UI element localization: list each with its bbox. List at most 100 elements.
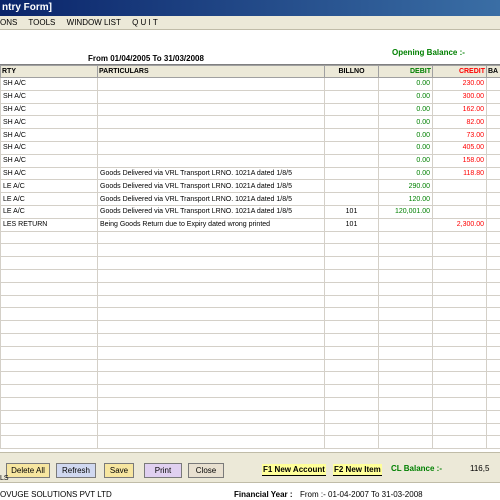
table-row[interactable]: LE A/C Goods Delivered via VRL Transport …	[0, 179, 500, 194]
cell-credit[interactable]	[432, 256, 487, 270]
cell-balance[interactable]	[486, 320, 500, 334]
cell-debit[interactable]	[378, 230, 433, 245]
cell-party[interactable]: LE A/C	[0, 204, 98, 219]
cell-billno[interactable]	[324, 422, 379, 437]
cell-party[interactable]: SH A/C	[0, 128, 98, 142]
print-button[interactable]: Print	[144, 463, 182, 478]
cell-party[interactable]	[0, 396, 98, 411]
cell-debit[interactable]	[378, 243, 433, 258]
cell-credit[interactable]: 158.00	[432, 153, 487, 168]
cell-balance[interactable]	[486, 384, 500, 398]
cell-balance[interactable]	[486, 422, 500, 437]
cell-particulars[interactable]	[97, 371, 325, 386]
cell-balance[interactable]	[486, 230, 500, 245]
cell-party[interactable]: SH A/C	[0, 166, 98, 181]
cell-billno[interactable]	[324, 384, 379, 398]
cell-balance[interactable]	[486, 332, 500, 347]
cell-debit[interactable]: 290.00	[378, 179, 433, 194]
menu-item-window-list[interactable]: WINDOW LIST	[67, 18, 121, 27]
cell-balance[interactable]	[486, 128, 500, 142]
cell-particulars[interactable]	[97, 115, 325, 130]
cell-party[interactable]	[0, 256, 98, 270]
cell-billno[interactable]	[324, 396, 379, 411]
cell-credit[interactable]	[432, 281, 487, 296]
cell-billno[interactable]	[324, 102, 379, 117]
cell-party[interactable]: SH A/C	[0, 89, 98, 104]
table-row[interactable]: SH A/C Goods Delivered via VRL Transport …	[0, 166, 500, 181]
column-header-particulars[interactable]: PARTICULARS	[97, 65, 325, 78]
cell-billno[interactable]	[324, 294, 379, 309]
cell-balance[interactable]	[486, 115, 500, 130]
table-row-empty[interactable]	[0, 268, 500, 283]
cell-credit[interactable]	[432, 268, 487, 283]
cell-balance[interactable]	[486, 77, 500, 91]
table-row-empty[interactable]	[0, 243, 500, 258]
cell-debit[interactable]	[378, 320, 433, 334]
cell-credit[interactable]	[432, 422, 487, 437]
cell-particulars[interactable]	[97, 294, 325, 309]
cell-debit[interactable]: 0.00	[378, 102, 433, 117]
cell-party[interactable]	[0, 358, 98, 373]
cell-billno[interactable]	[324, 332, 379, 347]
cell-balance[interactable]	[486, 371, 500, 386]
ledger-grid[interactable]: RTY PARTICULARS BILLNO DEBIT CREDIT BA S…	[0, 64, 500, 452]
cell-billno[interactable]	[324, 179, 379, 194]
cell-credit[interactable]: 73.00	[432, 128, 487, 142]
cell-party[interactable]	[0, 230, 98, 245]
table-row-empty[interactable]	[0, 358, 500, 373]
cell-credit[interactable]: 118.80	[432, 166, 487, 181]
cell-credit[interactable]	[432, 371, 487, 386]
cell-balance[interactable]	[486, 243, 500, 258]
cell-credit[interactable]	[432, 230, 487, 245]
cell-debit[interactable]	[378, 345, 433, 360]
cell-party[interactable]	[0, 243, 98, 258]
cell-debit[interactable]: 0.00	[378, 77, 433, 91]
cell-balance[interactable]: 1	[486, 192, 500, 206]
cell-billno[interactable]	[324, 128, 379, 142]
cell-party[interactable]: SH A/C	[0, 77, 98, 91]
cell-billno[interactable]	[324, 371, 379, 386]
cell-particulars[interactable]	[97, 307, 325, 322]
new-item-shortcut[interactable]: F2 New Item	[333, 464, 382, 476]
cell-billno[interactable]	[324, 409, 379, 424]
table-row-empty[interactable]	[0, 307, 500, 322]
cell-party[interactable]	[0, 281, 98, 296]
cell-balance[interactable]: 1	[486, 166, 500, 181]
cell-billno[interactable]	[324, 89, 379, 104]
cell-billno[interactable]	[324, 192, 379, 206]
table-row-empty[interactable]	[0, 396, 500, 411]
delete-all-button[interactable]: Delete All	[6, 463, 50, 478]
cell-billno[interactable]	[324, 115, 379, 130]
cell-debit[interactable]: 120.00	[378, 192, 433, 206]
cell-party[interactable]: SH A/C	[0, 115, 98, 130]
table-row-empty[interactable]	[0, 384, 500, 398]
cell-billno[interactable]	[324, 77, 379, 91]
cell-debit[interactable]	[378, 294, 433, 309]
cell-credit[interactable]: 300.00	[432, 89, 487, 104]
cell-credit[interactable]	[432, 243, 487, 258]
cell-billno[interactable]	[324, 140, 379, 155]
cell-credit[interactable]	[432, 204, 487, 219]
menu-item-quit[interactable]: Q U I T	[132, 18, 158, 27]
cell-particulars[interactable]	[97, 281, 325, 296]
refresh-button[interactable]: Refresh	[56, 463, 96, 478]
cell-balance[interactable]	[486, 281, 500, 296]
cell-particulars[interactable]: Goods Delivered via VRL Transport LRNO. …	[97, 204, 325, 219]
cell-party[interactable]	[0, 371, 98, 386]
cell-debit[interactable]: 0.00	[378, 140, 433, 155]
cell-debit[interactable]: 0.00	[378, 115, 433, 130]
cell-billno[interactable]	[324, 166, 379, 181]
table-row-empty[interactable]	[0, 256, 500, 270]
cell-debit[interactable]: 0.00	[378, 153, 433, 168]
cell-party[interactable]	[0, 320, 98, 334]
cell-billno[interactable]	[324, 153, 379, 168]
table-row-empty[interactable]	[0, 422, 500, 437]
cell-balance[interactable]	[486, 307, 500, 322]
table-row[interactable]: SH A/C 0.00158.001	[0, 153, 500, 168]
cell-credit[interactable]	[432, 307, 487, 322]
column-header-credit[interactable]: CREDIT	[432, 65, 487, 78]
column-header-billno[interactable]: BILLNO	[324, 65, 379, 78]
cell-debit[interactable]	[378, 332, 433, 347]
cell-debit[interactable]	[378, 435, 433, 450]
cell-debit[interactable]	[378, 358, 433, 373]
